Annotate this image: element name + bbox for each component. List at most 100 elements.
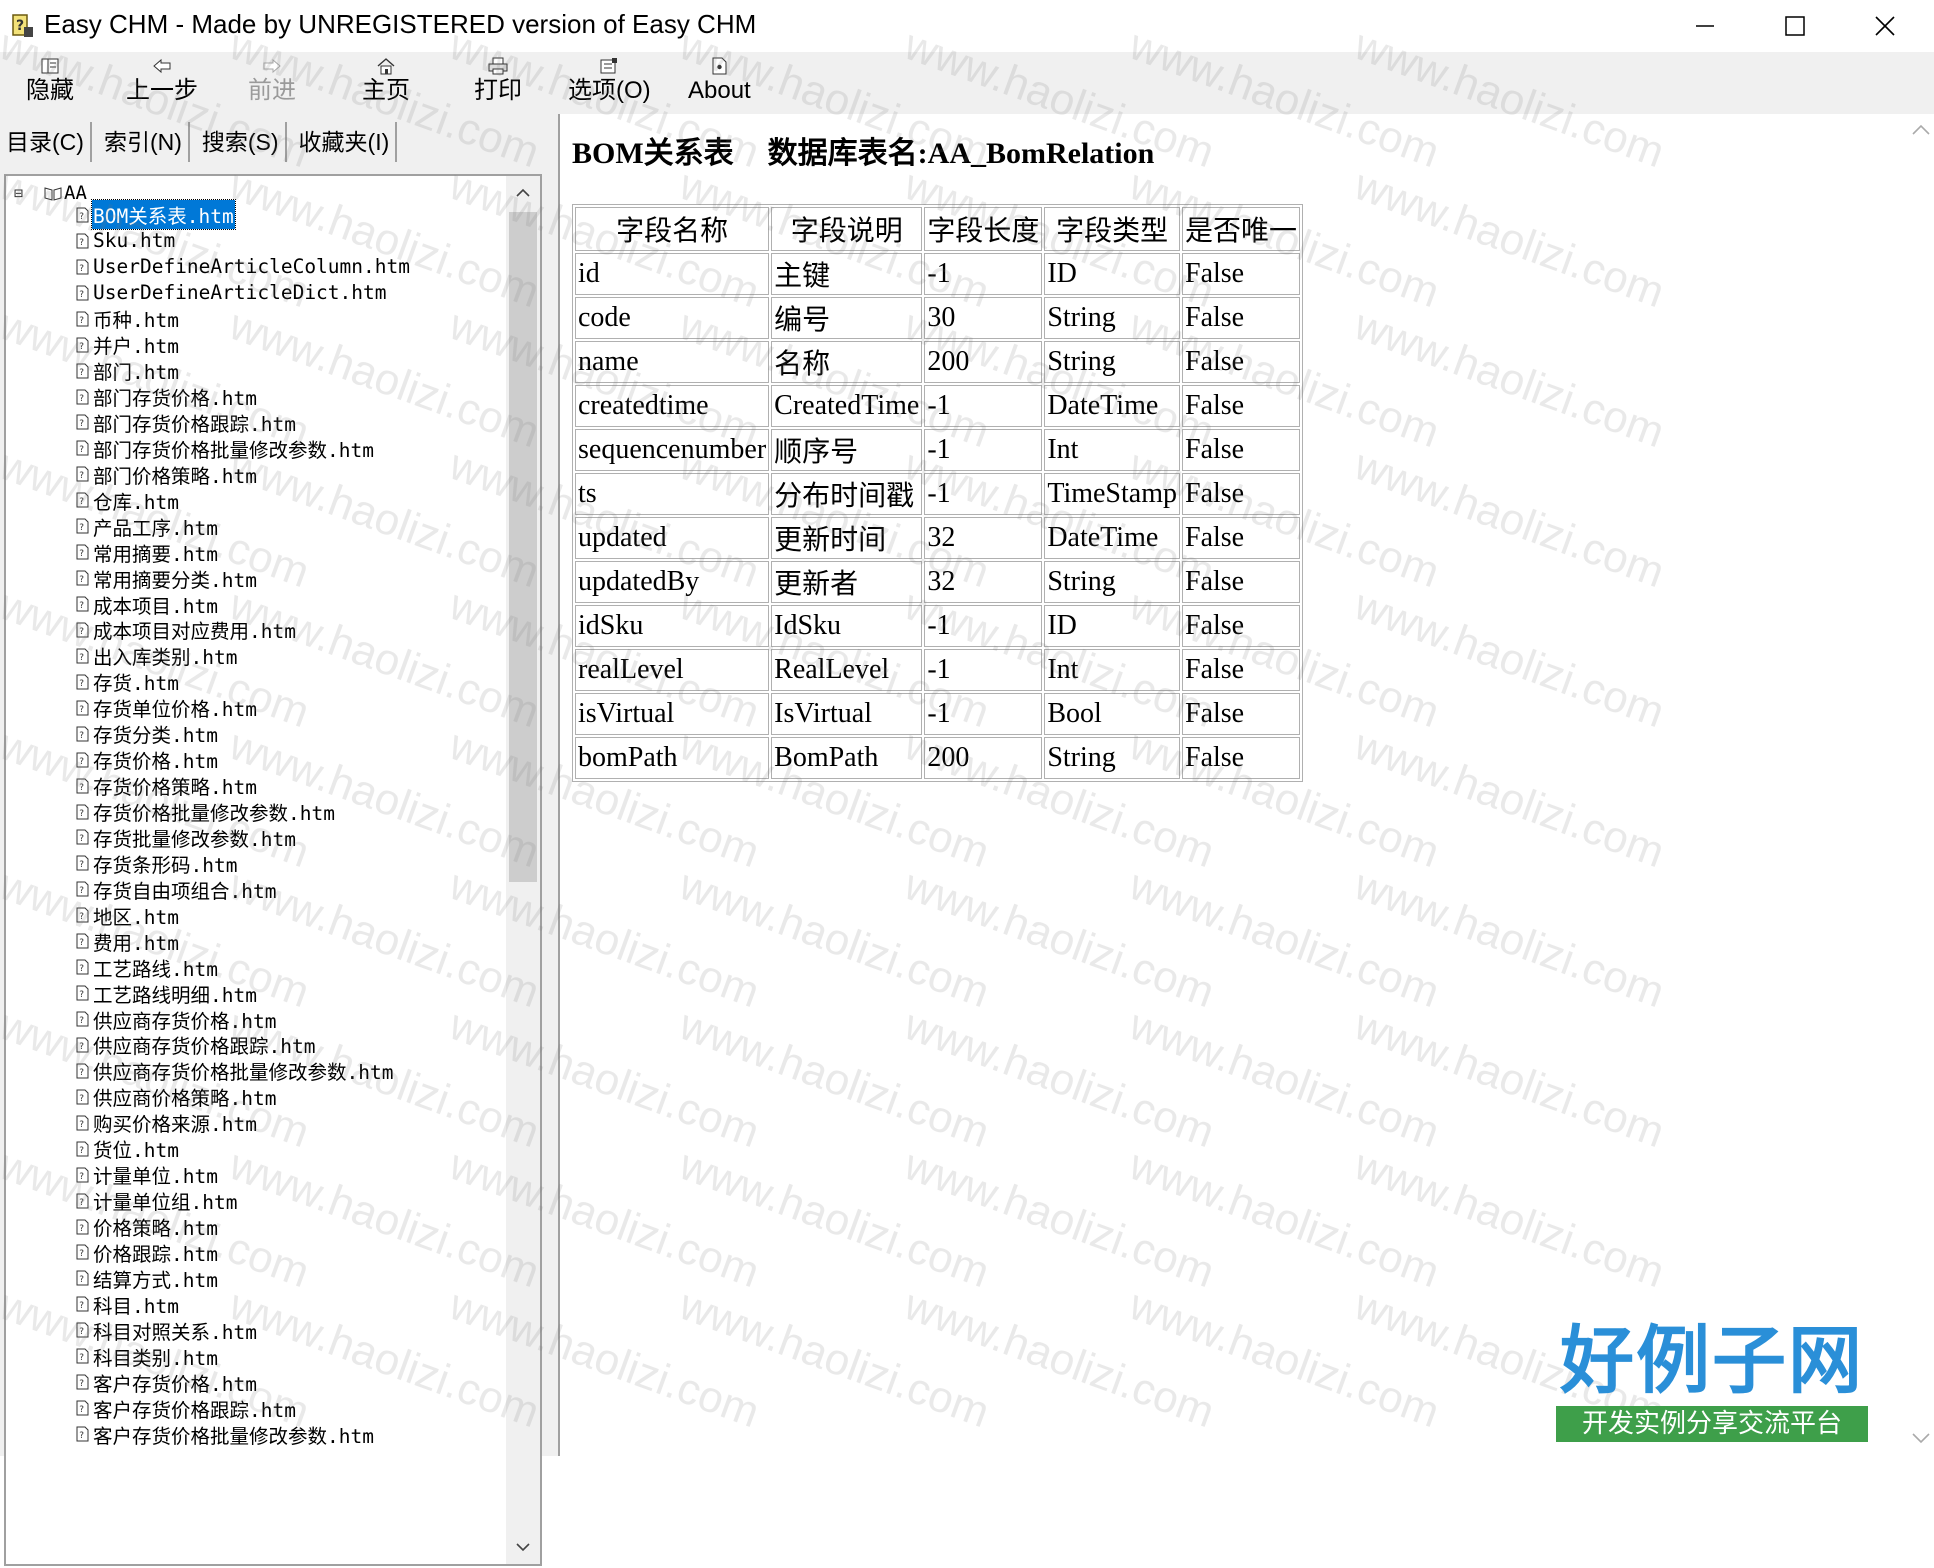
home-icon — [375, 56, 397, 76]
tab-search[interactable]: 搜索(S) — [196, 122, 287, 162]
tree-item[interactable]: ? 地区.htm — [76, 902, 411, 929]
help-page-icon: ? — [76, 1063, 89, 1079]
help-page-icon: ? — [76, 907, 89, 923]
svg-text:?: ? — [79, 809, 84, 819]
help-page-icon: ? — [76, 363, 89, 379]
maximize-button[interactable] — [1750, 0, 1840, 52]
tree-item[interactable]: ? 工艺路线明细.htm — [76, 980, 411, 1007]
tree-item[interactable]: ? 科目.htm — [76, 1291, 411, 1318]
tree-item[interactable]: ? 价格跟踪.htm — [76, 1240, 411, 1266]
tree-item[interactable]: ? 存货分类.htm — [76, 721, 411, 747]
table-row: isVirtual IsVirtual -1 Bool False — [575, 693, 1301, 735]
back-button[interactable]: 上一步 — [126, 56, 198, 112]
help-file-icon: ? — [12, 14, 33, 37]
table-cell: ID — [1044, 605, 1180, 647]
tree-item[interactable]: ? UserDefineArticleDict.htm — [76, 280, 411, 306]
table-row: name 名称 200 String False — [575, 341, 1301, 383]
chevron-down-icon[interactable] — [1912, 1432, 1930, 1444]
tree-item[interactable]: ? 科目对照关系.htm — [76, 1317, 411, 1344]
tab-favorites[interactable]: 收藏夹(I) — [293, 122, 398, 162]
tree-item[interactable]: ? 结算方式.htm — [76, 1265, 411, 1292]
tree-item[interactable]: ? Sku.htm — [76, 228, 411, 254]
tree-item[interactable]: ? 存货价格.htm — [76, 747, 411, 773]
tree-item[interactable]: ? UserDefineArticleColumn.htm — [76, 254, 411, 280]
scroll-down-button[interactable] — [506, 1530, 540, 1564]
print-button[interactable]: 打印 — [474, 56, 522, 112]
tree-item[interactable]: ? 部门存货价格跟踪.htm — [76, 410, 411, 436]
tree-item[interactable]: ? 价格策略.htm — [76, 1214, 411, 1240]
tree-item[interactable]: ? 存货条形码.htm — [76, 850, 411, 877]
tree-item-label: 存货自由项组合.htm — [93, 879, 277, 903]
svg-text:?: ? — [79, 834, 84, 844]
table-cell: False — [1182, 297, 1301, 339]
minimize-button[interactable] — [1660, 0, 1750, 52]
tree-item[interactable]: ? 仓库.htm — [76, 487, 411, 514]
tree-item[interactable]: ? 产品工序.htm — [76, 513, 411, 540]
tree-item[interactable]: ? 存货价格策略.htm — [76, 773, 411, 799]
tree-item[interactable]: ? 币种.htm — [76, 306, 411, 332]
tab-index[interactable]: 索引(N) — [98, 122, 190, 162]
svg-text:?: ? — [79, 1431, 84, 1441]
table-cell: 更新者 — [771, 561, 923, 603]
tree-item[interactable]: ? 存货批量修改参数.htm — [76, 825, 411, 851]
help-page-icon: ? — [76, 1296, 89, 1312]
tree-item[interactable]: ? 计量单位.htm — [76, 1162, 411, 1188]
forward-button[interactable]: 前进 — [248, 56, 296, 112]
help-page-icon: ? — [76, 414, 89, 430]
scrollbar-thumb[interactable] — [509, 212, 537, 882]
tree-item[interactable]: ? BOM关系表.htm — [76, 199, 411, 231]
tree-item[interactable]: ? 存货自由项组合.htm — [76, 876, 411, 903]
tree-item[interactable]: ? 并户.htm — [76, 332, 411, 358]
tree-item[interactable]: ? 部门存货价格批量修改参数.htm — [76, 435, 411, 462]
tree-item[interactable]: ? 客户存货价格批量修改参数.htm — [76, 1421, 411, 1448]
help-page-icon: ? — [76, 829, 89, 845]
svg-text:?: ? — [79, 394, 84, 404]
tree-item-label: 供应商存货价格批量修改参数.htm — [93, 1061, 394, 1085]
collapse-toggle-icon[interactable]: ⊟ — [14, 184, 28, 202]
tree-item[interactable]: ? 客户存货价格.htm — [76, 1369, 411, 1396]
scroll-up-button[interactable] — [506, 176, 540, 210]
title-bar: ? Easy CHM - Made by UNREGISTERED versio… — [0, 0, 1934, 52]
tree-item[interactable]: ? 部门.htm — [76, 358, 411, 384]
tab-contents[interactable]: 目录(C) — [0, 122, 92, 162]
options-button[interactable]: 选项(O) — [568, 56, 651, 112]
tree-item-label: 存货价格.htm — [93, 750, 218, 774]
column-header: 字段说明 — [771, 207, 923, 251]
table-cell: Int — [1044, 649, 1180, 691]
tree-item[interactable]: ? 购买价格来源.htm — [76, 1110, 411, 1136]
column-header: 字段名称 — [575, 207, 770, 251]
tree-item[interactable]: ? 成本项目对应费用.htm — [76, 617, 411, 643]
tree-item[interactable]: ? 部门存货价格.htm — [76, 384, 411, 410]
tree-item[interactable]: ? 供应商存货价格跟踪.htm — [76, 1032, 411, 1058]
home-button-label: 主页 — [362, 77, 410, 104]
home-button[interactable]: 主页 — [362, 56, 410, 112]
tree-item[interactable]: ? 费用.htm — [76, 928, 411, 955]
tree-item[interactable]: ? 科目类别.htm — [76, 1343, 411, 1370]
tree-item[interactable]: ? 工艺路线.htm — [76, 954, 411, 981]
table-cell: False — [1182, 473, 1301, 515]
tree-item[interactable]: ? 存货单位价格.htm — [76, 695, 411, 721]
table-cell: createdtime — [575, 385, 770, 427]
tree-root-node[interactable]: ⊟ AA — [14, 182, 87, 204]
tree-item[interactable]: ? 存货.htm — [76, 669, 411, 695]
tree-item[interactable]: ? 成本项目.htm — [76, 591, 411, 618]
help-page-icon: ? — [76, 518, 89, 534]
tree-item[interactable]: ? 供应商存货价格.htm — [76, 1006, 411, 1033]
close-button[interactable] — [1840, 0, 1930, 52]
tree-item[interactable]: ? 出入库类别.htm — [76, 643, 411, 669]
tree-item[interactable]: ? 存货价格批量修改参数.htm — [76, 799, 411, 825]
tree-item[interactable]: ? 客户存货价格跟踪.htm — [76, 1395, 411, 1422]
tree-vertical-scrollbar[interactable] — [506, 176, 540, 1564]
tree-item[interactable]: ? 常用摘要分类.htm — [76, 565, 411, 592]
tree-item[interactable]: ? 供应商存货价格批量修改参数.htm — [76, 1058, 411, 1084]
chevron-up-icon[interactable] — [1912, 124, 1930, 136]
svg-text:?: ? — [79, 1120, 84, 1130]
tree-item[interactable]: ? 货位.htm — [76, 1136, 411, 1162]
tree-item[interactable]: ? 部门价格策略.htm — [76, 461, 411, 488]
tree-item-label: 地区.htm — [93, 905, 179, 929]
tree-item[interactable]: ? 计量单位组.htm — [76, 1188, 411, 1214]
hide-button[interactable]: 隐藏 — [26, 56, 74, 112]
tree-item[interactable]: ? 供应商价格策略.htm — [76, 1084, 411, 1110]
about-button[interactable]: About — [688, 56, 751, 112]
tree-item[interactable]: ? 常用摘要.htm — [76, 539, 411, 566]
